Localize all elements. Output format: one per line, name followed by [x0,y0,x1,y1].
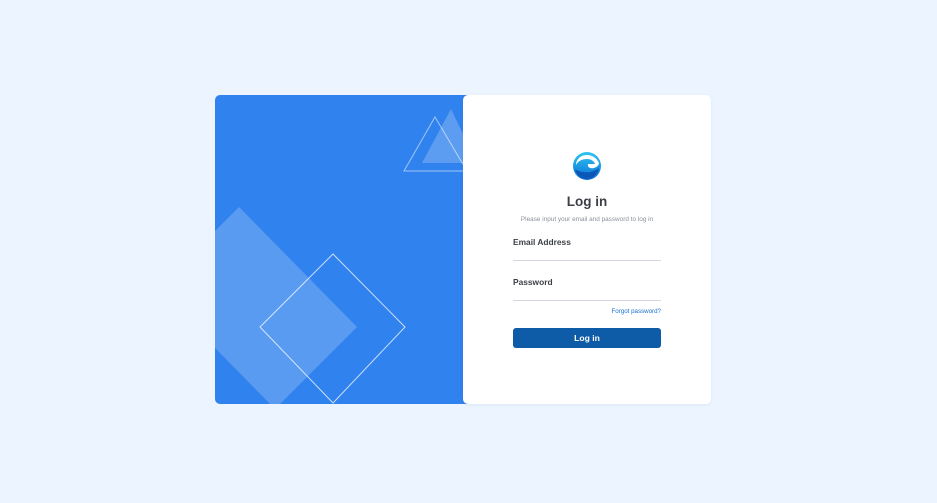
filled-diamond-shape [215,207,357,404]
password-label: Password [513,277,553,287]
login-form-panel: Log in Please input your email and passw… [463,95,711,404]
login-subtitle: Please input your email and password to … [520,216,654,223]
login-button[interactable]: Log in [513,328,661,348]
login-card: Log in Please input your email and passw… [215,95,711,404]
email-field[interactable] [513,247,661,261]
page-title: Log in [566,194,608,209]
password-field[interactable] [513,287,661,301]
decorative-panel [215,95,468,404]
filled-triangle-shape [422,109,468,163]
email-label: Email Address [513,237,571,247]
geometric-illustration [215,109,468,404]
globe-logo-icon [573,152,601,180]
forgot-password-link[interactable]: Forgot password? [513,308,661,315]
